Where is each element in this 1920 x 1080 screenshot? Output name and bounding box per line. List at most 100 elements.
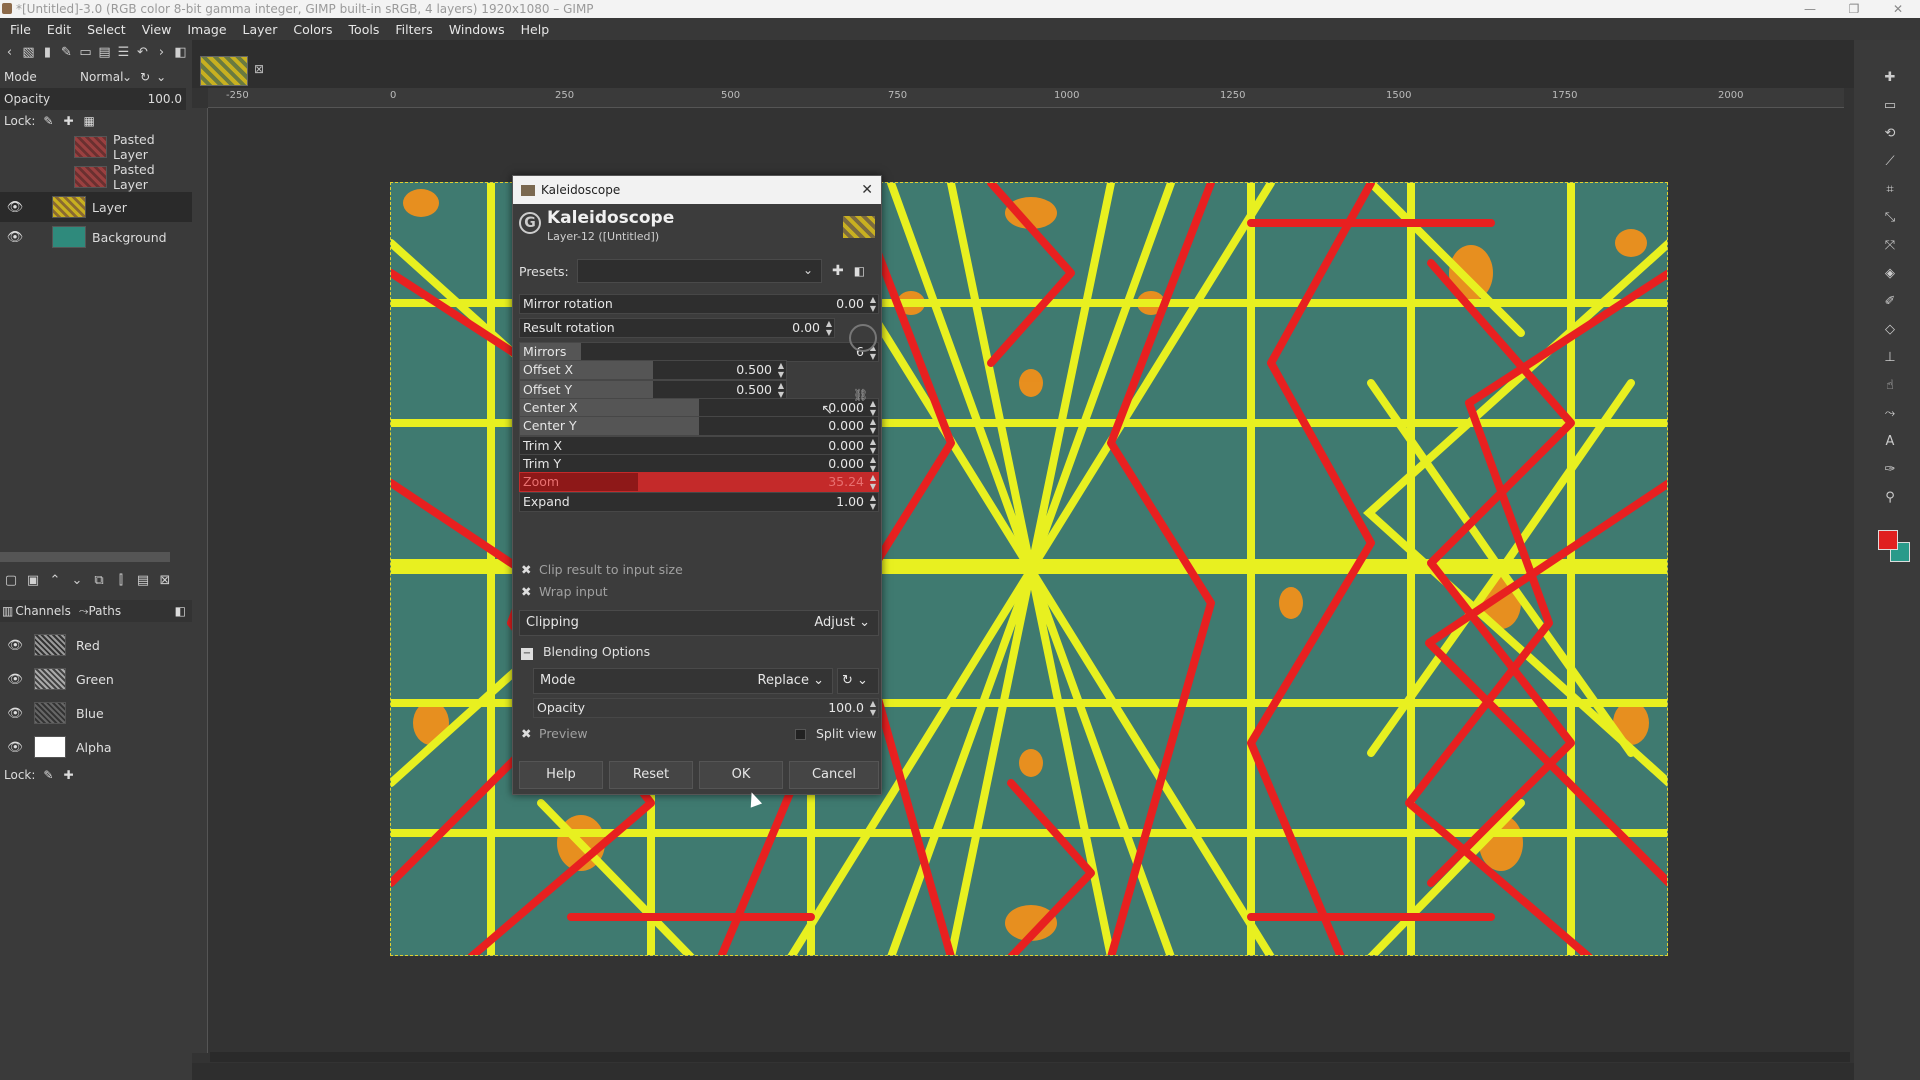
blending-options-expander[interactable]: − Blending Options xyxy=(521,642,650,662)
bucket-fill-icon[interactable]: ◈ xyxy=(1882,266,1898,282)
layer-row[interactable]: Pasted Layer xyxy=(0,162,192,192)
reset-mode-icon[interactable]: ↻ xyxy=(140,70,150,84)
menu-select[interactable]: Select xyxy=(79,22,134,37)
channel-row[interactable]: 👁 Blue xyxy=(0,696,192,730)
mirror-rotation-slider[interactable]: Mirror rotation 0.00 ▲ ▼ xyxy=(519,294,879,314)
path-icon[interactable]: ⤳ xyxy=(1882,406,1898,422)
move-tool-icon[interactable]: ✚ xyxy=(1882,70,1898,86)
eye-icon[interactable]: 👁 xyxy=(4,739,26,755)
result-rotation-slider[interactable]: Result rotation 0.00 ▲ ▼ xyxy=(519,318,835,338)
menu-tools[interactable]: Tools xyxy=(341,22,388,37)
text-tool-icon[interactable]: A xyxy=(1882,434,1898,450)
fuzzy-select-icon[interactable]: ⟋ xyxy=(1882,154,1898,170)
spin-arrows-icon[interactable]: ▲ ▼ xyxy=(870,399,876,417)
mode-select[interactable]: Normal xyxy=(80,70,123,84)
preview-checkbox[interactable]: ✖ Preview xyxy=(521,724,588,744)
close-icon[interactable]: ✕ xyxy=(1876,0,1920,18)
image-icon[interactable]: ▧ xyxy=(21,44,36,62)
spin-arrows-icon[interactable]: ▲ ▼ xyxy=(870,699,876,717)
spin-arrows-icon[interactable]: ▲ ▼ xyxy=(870,417,876,435)
lock-position-icon[interactable]: ✚ xyxy=(63,114,73,128)
layer-opacity-row[interactable]: Opacity 100.0 xyxy=(0,88,186,110)
maximize-icon[interactable]: ❐ xyxy=(1832,0,1876,18)
reset-button[interactable]: Reset xyxy=(609,761,693,789)
menu-layer[interactable]: Layer xyxy=(235,22,286,37)
offset-x-slider[interactable]: Offset X 0.500 ▲ ▼ xyxy=(519,360,787,380)
new-group-icon[interactable]: ▣ xyxy=(24,572,42,590)
close-icon[interactable]: ⊠ xyxy=(254,62,264,76)
menu-image[interactable]: Image xyxy=(179,22,234,37)
document-icon[interactable]: ▤ xyxy=(97,44,112,62)
layer-row[interactable]: Pasted Layer xyxy=(0,132,192,162)
brush-icon[interactable]: ▮ xyxy=(40,44,55,62)
preset-menu-icon[interactable]: ◧ xyxy=(854,264,865,278)
blend-opacity-slider[interactable]: Opacity 100.0 ▲ ▼ xyxy=(533,698,879,718)
channel-row[interactable]: 👁 Green xyxy=(0,662,192,696)
ok-button[interactable]: OK xyxy=(699,761,783,789)
eye-icon[interactable]: 👁 xyxy=(4,200,26,215)
new-layer-icon[interactable]: ▢ xyxy=(2,572,20,590)
presets-select[interactable]: ⌄ xyxy=(577,259,822,283)
crop-icon[interactable]: ⌗ xyxy=(1882,182,1898,198)
spin-arrows-icon[interactable]: ▲ ▼ xyxy=(870,437,876,455)
pick-coordinates-icon[interactable]: ↖ xyxy=(815,398,839,422)
trim-x-slider[interactable]: Trim X 0.000 ▲ ▼ xyxy=(519,436,879,456)
wrap-input-checkbox[interactable]: ✖ Wrap input xyxy=(521,582,608,602)
transform-icon[interactable]: ⤡ xyxy=(1882,210,1898,226)
layers-scrollbar[interactable] xyxy=(0,552,170,562)
zoom-icon[interactable]: ⚲ xyxy=(1882,490,1898,506)
lower-icon[interactable]: ⌄ xyxy=(68,572,86,590)
spin-arrows-icon[interactable]: ▲ ▼ xyxy=(778,361,784,379)
foreground-color-swatch[interactable] xyxy=(1878,530,1898,550)
image-tab[interactable] xyxy=(200,56,248,86)
spin-arrows-icon[interactable]: ▲ ▼ xyxy=(870,473,876,491)
anchor-icon[interactable]: ⫿ xyxy=(112,572,130,590)
dock-menu-icon[interactable]: ◧ xyxy=(173,44,188,62)
layer-row[interactable]: 👁 Layer xyxy=(0,192,192,222)
menu-filters[interactable]: Filters xyxy=(387,22,440,37)
menu-colors[interactable]: Colors xyxy=(285,22,340,37)
menu-file[interactable]: File xyxy=(2,22,39,37)
eraser-icon[interactable]: ◇ xyxy=(1882,322,1898,338)
spin-arrows-icon[interactable]: ▲ ▼ xyxy=(778,381,784,399)
eye-icon[interactable]: 👁 xyxy=(4,230,26,245)
duplicate-icon[interactable]: ⧉ xyxy=(90,572,108,590)
chain-link-icon[interactable]: ⛓ xyxy=(853,388,868,402)
help-button[interactable]: Help xyxy=(519,761,603,789)
minimize-icon[interactable]: — xyxy=(1788,0,1832,18)
pencil-icon[interactable]: ✎ xyxy=(59,44,74,62)
layer-row[interactable]: 👁 Background xyxy=(0,222,192,252)
undo-icon[interactable]: ↶ xyxy=(135,44,150,62)
delete-icon[interactable]: ⊠ xyxy=(156,572,174,590)
expand-slider[interactable]: Expand 1.00 ▲ ▼ xyxy=(519,492,879,512)
smudge-icon[interactable]: ☝ xyxy=(1882,378,1898,394)
blend-mode-combo[interactable]: Mode Replace ⌄ xyxy=(533,668,833,694)
eye-icon[interactable]: 👁 xyxy=(4,671,26,687)
menu-help[interactable]: Help xyxy=(513,22,558,37)
menu-windows[interactable]: Windows xyxy=(441,22,513,37)
rect-select-icon[interactable]: ▭ xyxy=(1882,98,1898,114)
cancel-button[interactable]: Cancel xyxy=(789,761,879,789)
trim-y-slider[interactable]: Trim Y 0.000 ▲ ▼ xyxy=(519,454,879,474)
list-icon[interactable]: ☰ xyxy=(116,44,131,62)
chevron-down-icon[interactable]: ⌄ xyxy=(156,70,166,84)
eye-icon[interactable]: 👁 xyxy=(4,705,26,721)
zoom-slider[interactable]: Zoom 35.24 ▲ ▼ xyxy=(519,472,879,492)
display-icon[interactable]: ▭ xyxy=(78,44,93,62)
spin-arrows-icon[interactable]: ▲ ▼ xyxy=(870,295,876,313)
close-icon[interactable]: ✕ xyxy=(861,176,873,204)
clone-icon[interactable]: ⊥ xyxy=(1882,350,1898,366)
spin-arrows-icon[interactable]: ▲ ▼ xyxy=(826,319,832,337)
dock-menu-icon[interactable]: ◧ xyxy=(175,604,186,618)
warp-icon[interactable]: ⤧ xyxy=(1882,238,1898,254)
tab-paths[interactable]: Paths xyxy=(88,604,121,618)
chevron-down-icon[interactable]: ⌄ xyxy=(122,70,132,84)
lock-position-icon[interactable]: ✚ xyxy=(63,768,73,782)
mask-icon[interactable]: ▤ xyxy=(134,572,152,590)
add-preset-icon[interactable]: ✚ xyxy=(832,263,844,279)
rotation-dial-icon[interactable] xyxy=(849,324,877,352)
lock-alpha-icon[interactable]: ▦ xyxy=(84,114,95,128)
split-view-checkbox[interactable]: Split view xyxy=(795,724,876,744)
next-icon[interactable]: › xyxy=(154,44,169,62)
eye-icon[interactable]: 👁 xyxy=(4,637,26,653)
